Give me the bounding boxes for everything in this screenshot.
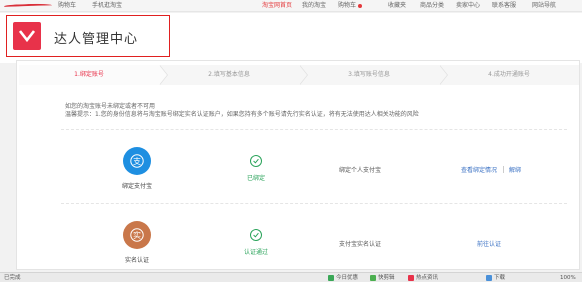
site-nav-link[interactable]: 网站导航 [532,2,556,10]
redacted-username [3,3,53,9]
download-link[interactable]: 下载 [494,274,505,282]
customer-service-link[interactable]: 联系客服 [492,2,516,10]
deals-link[interactable]: 今日优惠 [336,274,358,282]
unbind-link[interactable]: 解绑 [509,165,521,174]
deals-icon [328,275,334,281]
browser-status-bar: 已完成 今日优惠 快剪辑 热点资讯 下载 100% [0,272,582,282]
row-label: 实名认证 [124,257,149,264]
step-complete: 4.成功开通账号 [439,65,579,85]
row-label: 绑定支付宝 [121,183,152,190]
page-title: 达人管理中心 [54,32,139,47]
cart-link[interactable]: 购物车 [58,2,76,10]
status-text: 已完成 [4,275,21,281]
download-icon [486,275,492,281]
brand-block: 达人管理中心 [6,15,170,57]
divider [61,203,567,204]
categories-link[interactable]: 商品分类 [420,2,444,10]
check-circle-icon [250,229,262,241]
list-item-real-name: 实 实名认证 认证通过 支付宝实名认证 前往认证 [61,207,567,277]
row-description: 绑定个人支付宝 [339,167,382,174]
progress-steps: 1.绑定账号 2.填写基本信息 3.填写账号信息 4.成功开通账号 [19,65,579,85]
real-name-icon: 实 [123,221,151,249]
step-label: 1.绑定账号 [74,71,104,78]
top-navigation-bar: 购物车 手机逛淘宝 淘宝网首页 我的淘宝 购物车 收藏夹 商品分类 卖家中心 联… [0,0,582,12]
main-panel: 1.绑定账号 2.填写基本信息 3.填写账号信息 4.成功开通账号 如您的淘宝账… [16,60,580,270]
row-description: 支付宝实名认证 [339,241,382,248]
alipay-icon: 支 [123,147,151,175]
page-header: 达人管理中心 [0,13,582,63]
favorites-link[interactable]: 收藏夹 [388,2,406,10]
status-badge: 认证通过 [243,249,268,256]
news-icon [408,275,414,281]
step-label: 3.填写账号信息 [348,71,390,78]
link-separator [503,166,504,173]
step-bind-account: 1.绑定账号 [19,65,168,85]
list-item-alipay: 支 绑定支付宝 已绑定 绑定个人支付宝 查看绑定情况 解绑 [61,133,567,203]
zoom-level[interactable]: 100% [560,274,576,282]
step-label: 4.成功开通账号 [488,71,530,78]
shopping-cart-link[interactable]: 购物车 [338,2,356,10]
clip-link[interactable]: 快剪辑 [378,274,395,282]
seller-center-link[interactable]: 卖家中心 [456,2,480,10]
check-circle-icon [250,155,262,167]
cart-badge-icon [358,4,362,8]
my-taobao-link[interactable]: 我的淘宝 [302,2,326,10]
go-verify-link[interactable]: 前往认证 [477,239,501,248]
step-account-info: 3.填写账号信息 [299,65,448,85]
taobao-home-link[interactable]: 淘宝网首页 [262,2,292,10]
divider [61,129,567,130]
mobile-taobao-link[interactable]: 手机逛淘宝 [92,2,122,10]
view-binding-link[interactable]: 查看绑定情况 [461,165,497,174]
news-link[interactable]: 热点资讯 [416,274,438,282]
step-label: 2.填写基本信息 [208,71,250,78]
notice-line-2: 温馨提示：1.您的身份信息将与淘宝账号绑定实名认证账户，如果您持有多个账号请先行… [65,111,419,118]
status-badge: 已绑定 [246,175,265,182]
step-basic-info: 2.填写基本信息 [159,65,308,85]
clip-icon [370,275,376,281]
svg-text:支: 支 [133,156,141,166]
svg-text:实: 实 [133,230,141,240]
brand-logo-icon [13,22,41,50]
